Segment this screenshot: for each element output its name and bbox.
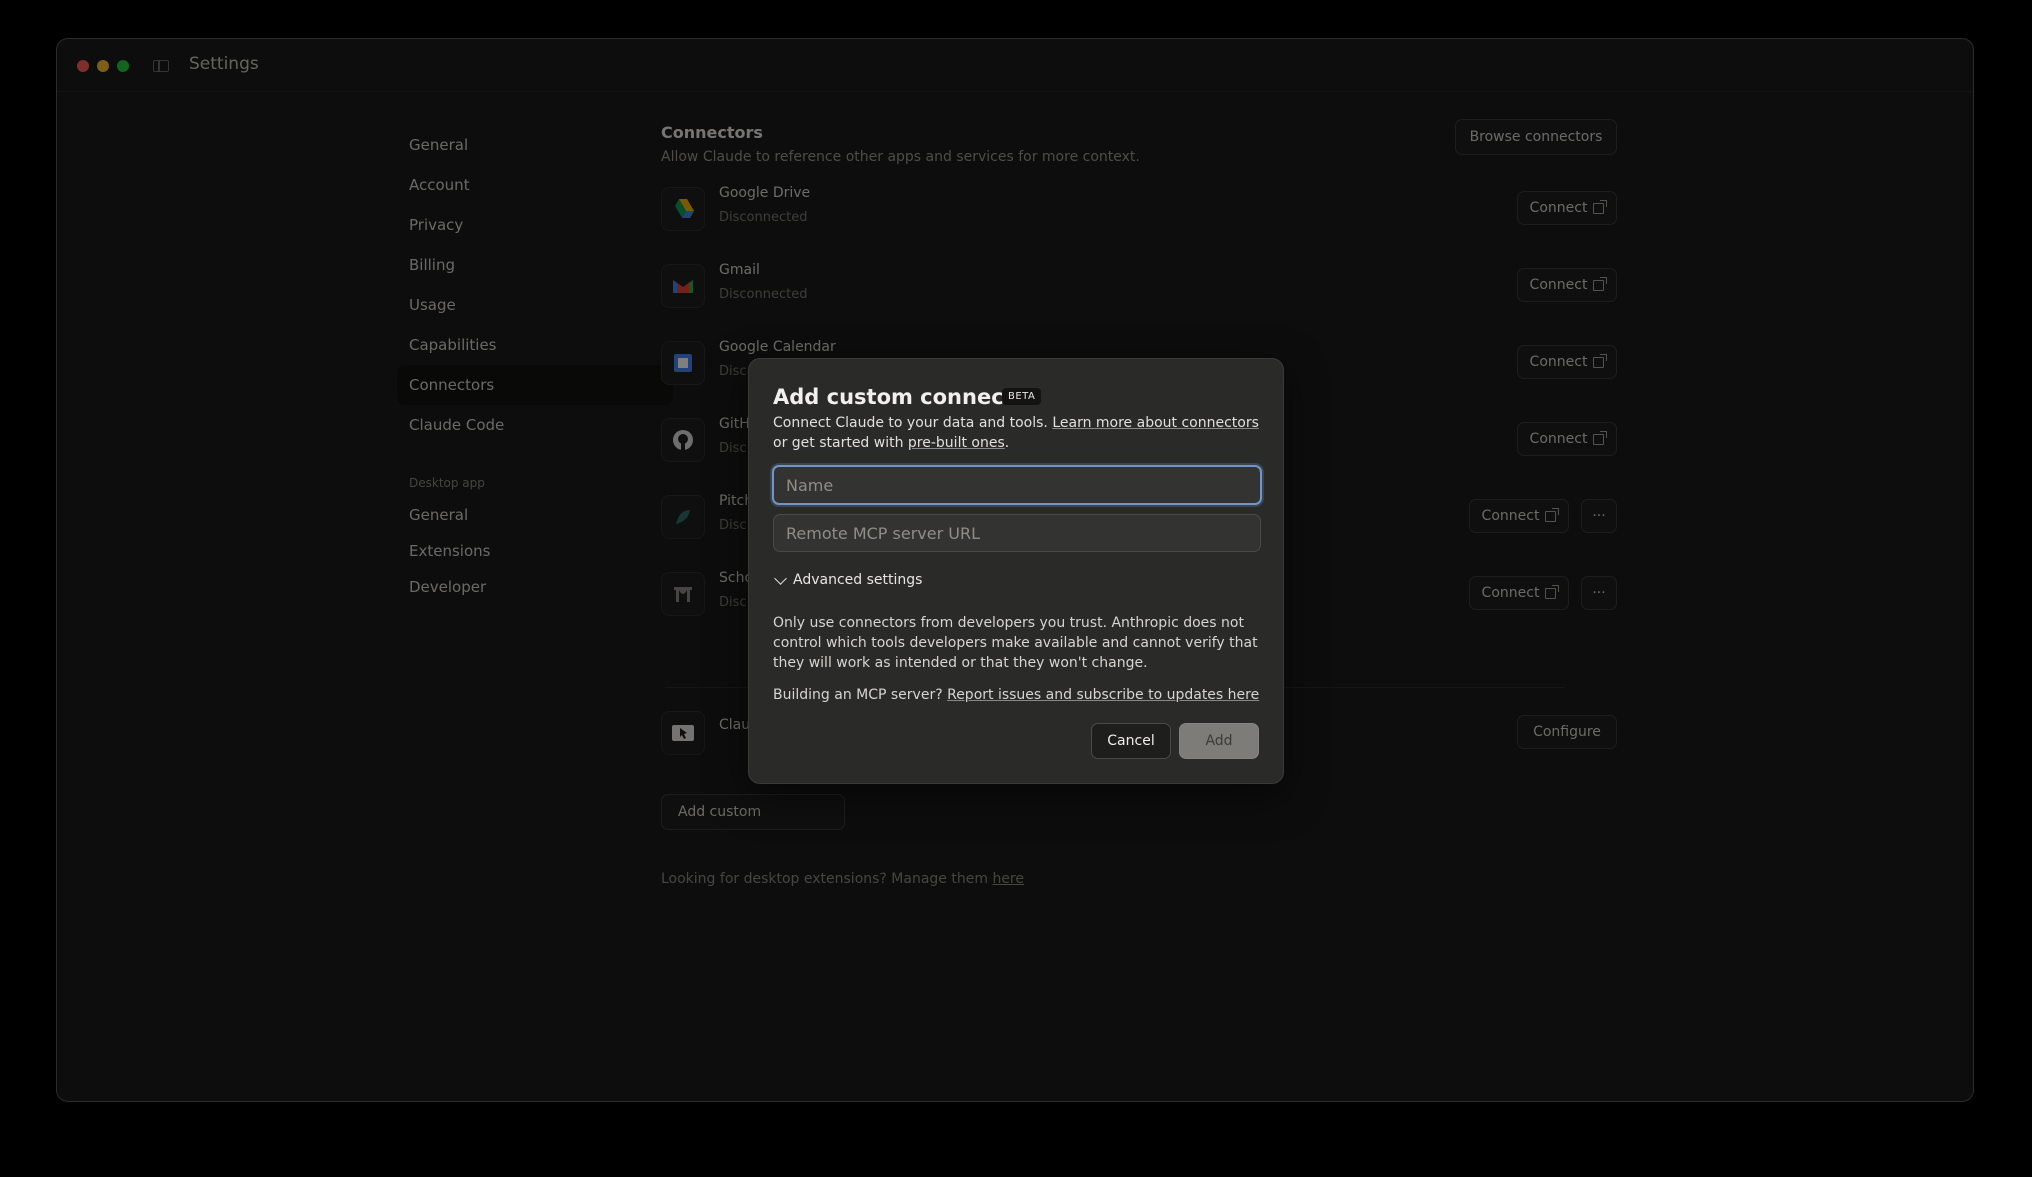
chevron-down-icon xyxy=(774,571,787,585)
mcp-server-note: Building an MCP server? Report issues an… xyxy=(773,687,1263,703)
server-url-input[interactable] xyxy=(773,514,1261,552)
pre-built-link[interactable]: pre-built ones xyxy=(908,435,1005,451)
add-custom-connector-dialog: Add custom connector BETA Connect Claude… xyxy=(748,358,1284,784)
advanced-settings-toggle[interactable]: Advanced settings xyxy=(773,571,923,588)
advanced-settings-label: Advanced settings xyxy=(793,572,923,588)
add-button[interactable]: Add xyxy=(1179,723,1259,759)
desc-text-3: . xyxy=(1004,435,1010,451)
report-issues-link[interactable]: Report issues and subscribe to updates h… xyxy=(947,687,1259,703)
cancel-button[interactable]: Cancel xyxy=(1091,723,1171,759)
desc-text-1: Connect Claude to your data and tools. xyxy=(773,415,1053,431)
desc-text-2: or get started with xyxy=(773,435,908,451)
building-text: Building an MCP server? xyxy=(773,687,948,703)
dialog-description: Connect Claude to your data and tools. L… xyxy=(773,413,1263,453)
name-input[interactable] xyxy=(772,465,1262,505)
trust-warning: Only use connectors from developers you … xyxy=(773,615,1258,671)
beta-badge: BETA xyxy=(1002,388,1042,405)
dialog-title: Add custom connector xyxy=(773,385,1039,409)
learn-more-link[interactable]: Learn more about connectors xyxy=(1052,415,1259,431)
